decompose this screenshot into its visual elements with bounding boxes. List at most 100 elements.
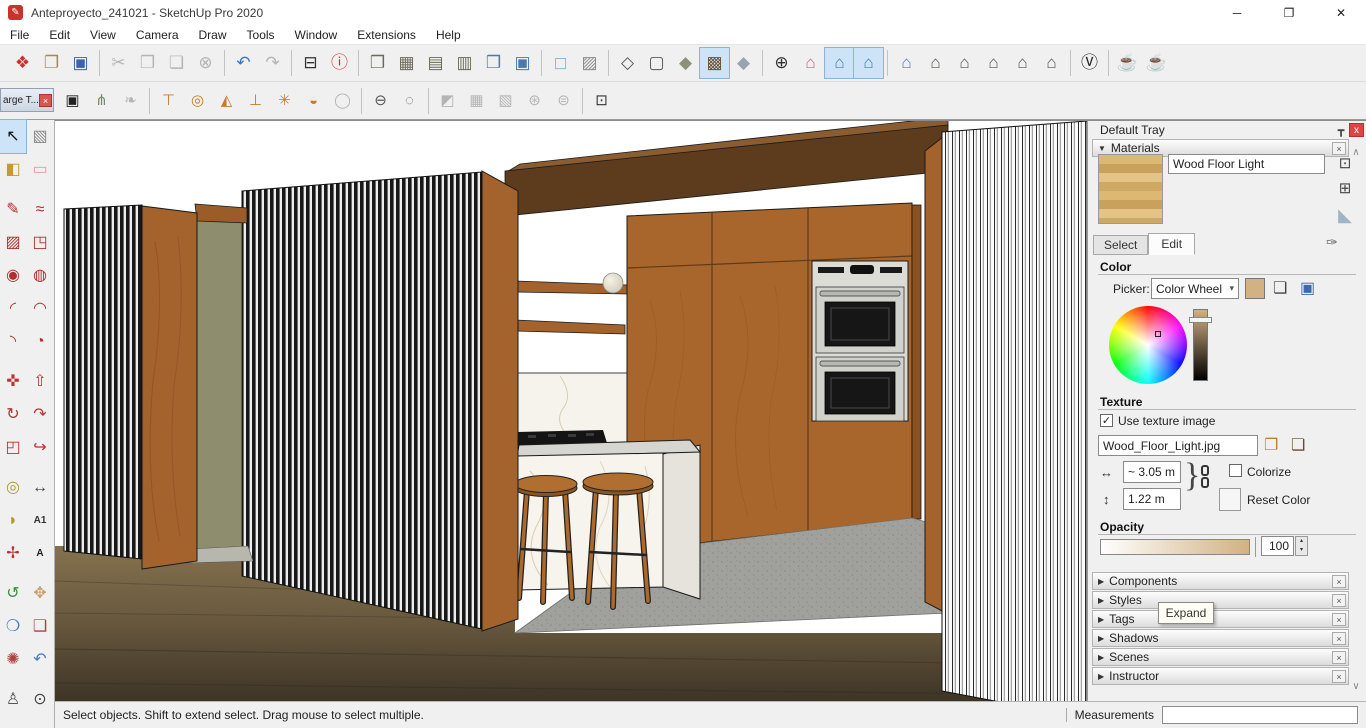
tray-section-close-button[interactable]: × bbox=[1332, 574, 1346, 588]
right-slat-wall[interactable] bbox=[941, 120, 1088, 703]
vray-omni-light-button[interactable]: ✳ bbox=[270, 86, 299, 116]
wireframe-button[interactable]: ◇ bbox=[613, 48, 642, 78]
center-slat-wall[interactable] bbox=[241, 171, 483, 630]
select-tool[interactable]: ↖ bbox=[0, 119, 27, 154]
view-front-button[interactable]: ⌂ bbox=[950, 48, 979, 78]
opacity-spinner[interactable]: ▴ ▾ bbox=[1295, 536, 1308, 556]
two-point-arc-tool[interactable]: ◠ bbox=[27, 292, 53, 325]
text-tool[interactable]: A1 bbox=[27, 504, 53, 537]
picker-dropdown[interactable]: Color Wheel ▾ bbox=[1151, 278, 1239, 299]
previous-view-tool[interactable]: ↶ bbox=[27, 643, 53, 676]
texture-filename-input[interactable] bbox=[1098, 435, 1258, 456]
tray-section-close-button[interactable]: × bbox=[1332, 650, 1346, 664]
protractor-tool[interactable]: ◗ bbox=[0, 504, 26, 537]
vray-clipper-button[interactable]: ◩ bbox=[433, 86, 462, 116]
circle-tool[interactable]: ◉ bbox=[0, 259, 26, 292]
menu-view[interactable]: View bbox=[80, 28, 126, 42]
vray-render-cloud-button[interactable]: ☕ bbox=[1142, 48, 1171, 78]
vray-proxy-button[interactable]: ◌ bbox=[395, 86, 424, 116]
close-button[interactable]: ✕ bbox=[1330, 6, 1352, 20]
pan-tool[interactable]: ✥ bbox=[27, 577, 53, 610]
uvw-checker-b-button[interactable]: ⊜ bbox=[549, 86, 578, 116]
tab-edit[interactable]: Edit bbox=[1148, 233, 1196, 255]
tray-section-close-button[interactable]: × bbox=[1332, 631, 1346, 645]
tab-select[interactable]: Select bbox=[1093, 235, 1149, 255]
browse-texture-icon[interactable]: ❐ bbox=[1264, 435, 1278, 455]
zoom-tool[interactable]: ❍ bbox=[0, 610, 26, 643]
monochrome-button[interactable]: ◆ bbox=[729, 48, 758, 78]
current-color-swatch[interactable] bbox=[1245, 278, 1265, 299]
vray-logo-button[interactable]: Ⓥ bbox=[1075, 48, 1104, 78]
solid-subtract-button[interactable]: ▥ bbox=[450, 48, 479, 78]
vray-mesh-light-button[interactable]: ◯ bbox=[328, 86, 357, 116]
solid-trim-button[interactable]: ❒ bbox=[479, 48, 508, 78]
solid-split-button[interactable]: ▣ bbox=[508, 48, 537, 78]
edit-texture-icon[interactable]: ❏ bbox=[1291, 435, 1305, 455]
uvw-triplanar-button[interactable]: ▧ bbox=[491, 86, 520, 116]
menu-camera[interactable]: Camera bbox=[126, 28, 189, 42]
menu-tools[interactable]: Tools bbox=[237, 28, 285, 42]
expand-arrow-icon[interactable]: ▶ bbox=[1093, 596, 1109, 605]
open-file-button[interactable]: ❐ bbox=[37, 48, 66, 78]
rotated-rectangle-tool[interactable]: ◳ bbox=[27, 226, 53, 259]
sphere-lamp[interactable] bbox=[602, 272, 624, 294]
menu-extensions[interactable]: Extensions bbox=[347, 28, 426, 42]
view-right-button[interactable]: ⌂ bbox=[979, 48, 1008, 78]
menu-draw[interactable]: Draw bbox=[189, 28, 237, 42]
tray-close-button[interactable]: x bbox=[1349, 123, 1364, 137]
tray-section-close-button[interactable]: × bbox=[1332, 612, 1346, 626]
tray-section-close-button[interactable]: × bbox=[1332, 669, 1346, 683]
paint-bucket-tool[interactable]: ◧ bbox=[0, 153, 26, 186]
tray-section-shadows[interactable]: ▶ Shadows × bbox=[1092, 629, 1349, 647]
match-object-color-icon[interactable]: ❏ bbox=[1273, 278, 1287, 298]
uvw-box-button[interactable]: ▦ bbox=[462, 86, 491, 116]
materials-close-button[interactable]: × bbox=[1332, 141, 1346, 155]
offset-tool[interactable]: ↪ bbox=[27, 431, 53, 464]
menu-edit[interactable]: Edit bbox=[39, 28, 80, 42]
opacity-value-input[interactable] bbox=[1261, 536, 1294, 556]
move-tool[interactable]: ✜ bbox=[0, 365, 26, 398]
dimension-tool[interactable]: ↔ bbox=[27, 471, 53, 504]
view-iso-button[interactable]: ⌂ bbox=[892, 48, 921, 78]
tray-section-instructor[interactable]: ▶ Instructor × bbox=[1092, 667, 1349, 685]
tray-section-scenes[interactable]: ▶ Scenes × bbox=[1092, 648, 1349, 666]
material-name-input[interactable] bbox=[1168, 154, 1325, 174]
orbit-tool[interactable]: ↺ bbox=[0, 577, 26, 610]
three-point-arc-tool[interactable]: ◝ bbox=[0, 325, 26, 358]
in-model-triangle-icon[interactable]: ◣ bbox=[1333, 205, 1357, 227]
follow-me-tool[interactable]: ↷ bbox=[27, 398, 53, 431]
zoom-window-tool[interactable]: ❑ bbox=[27, 610, 53, 643]
reset-color-label[interactable]: Reset Color bbox=[1247, 493, 1310, 507]
axes-tool[interactable]: ✢ bbox=[0, 537, 26, 570]
left-slat-wall[interactable] bbox=[63, 204, 143, 560]
3d-text-tool[interactable]: A bbox=[27, 537, 53, 570]
door-opening[interactable] bbox=[196, 212, 243, 556]
minimize-button[interactable]: ─ bbox=[1226, 6, 1248, 20]
tray-section-tags[interactable]: ▶ Tags × bbox=[1092, 610, 1349, 628]
menu-file[interactable]: File bbox=[0, 28, 39, 42]
display-section-planes-button[interactable]: ⌂ bbox=[796, 48, 825, 78]
pie-tool[interactable]: ◔ bbox=[27, 325, 53, 358]
solid-union-button[interactable]: ▤ bbox=[421, 48, 450, 78]
uvw-checker-a-button[interactable]: ⊛ bbox=[520, 86, 549, 116]
vray-interact-button[interactable]: ⊡ bbox=[587, 86, 616, 116]
delete-button[interactable]: ⊗ bbox=[191, 48, 220, 78]
vray-spot-light-button[interactable]: ◭ bbox=[212, 86, 241, 116]
secondary-pane-icon[interactable]: ⊡ bbox=[1333, 154, 1357, 176]
pin-icon[interactable]: ┳ bbox=[1333, 124, 1349, 137]
expand-arrow-icon[interactable]: ▶ bbox=[1093, 672, 1109, 681]
freehand-tool[interactable]: ≈ bbox=[27, 193, 53, 226]
section-plane-button[interactable]: ⊕ bbox=[767, 48, 796, 78]
material-thumbnail[interactable] bbox=[1098, 154, 1163, 224]
new-file-button[interactable]: ❖ bbox=[8, 48, 37, 78]
measurements-input[interactable] bbox=[1162, 706, 1358, 724]
restore-button[interactable]: ❐ bbox=[1278, 6, 1300, 20]
tray-scroll-down-icon[interactable]: ∨ bbox=[1348, 681, 1364, 692]
use-texture-checkbox[interactable]: ✓ bbox=[1100, 414, 1113, 427]
back-edges-button[interactable]: ▨ bbox=[575, 48, 604, 78]
rotate-tool[interactable]: ↻ bbox=[0, 398, 26, 431]
viewport-canvas[interactable] bbox=[54, 116, 1088, 703]
arc-tool[interactable]: ◜ bbox=[0, 292, 26, 325]
tray-section-styles[interactable]: ▶ Styles × bbox=[1092, 591, 1349, 609]
shaded-textures-button[interactable]: ▩ bbox=[699, 47, 730, 79]
